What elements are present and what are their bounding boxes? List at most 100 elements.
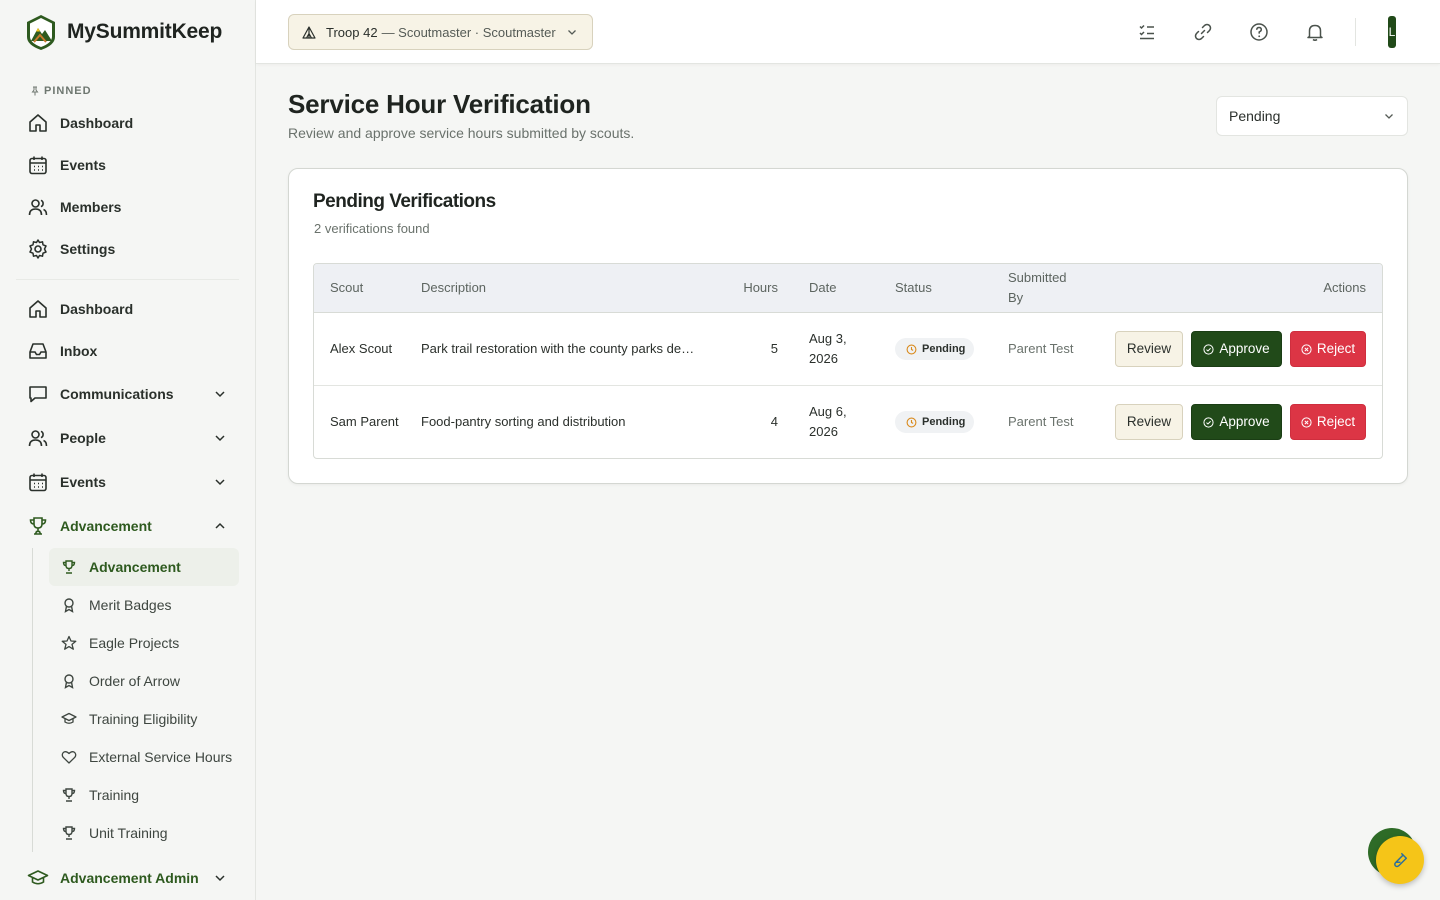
date: Aug 3, 2026	[809, 331, 847, 366]
review-button[interactable]: Review	[1115, 404, 1183, 440]
sidebar-item-inbox[interactable]: Inbox	[0, 330, 255, 372]
status-filter-select[interactable]: Pending	[1216, 96, 1408, 136]
x-circle-icon	[1301, 416, 1312, 428]
top-bar: Troop 42 — Scoutmaster · Scoutmaster L	[256, 0, 1440, 64]
description: Food-pantry sorting and distribution	[421, 414, 626, 429]
bell-icon[interactable]	[1305, 22, 1325, 42]
subnav-training[interactable]: Training	[49, 776, 239, 814]
app-name: MySummitKeep	[67, 20, 223, 43]
unit-role-selector[interactable]: Troop 42 — Scoutmaster · Scoutmaster	[288, 14, 593, 50]
unit-name: Troop 42	[326, 24, 378, 40]
star-icon	[61, 635, 77, 651]
subnav-external-service-hours[interactable]: External Service Hours	[49, 738, 239, 776]
hours: 4	[770, 414, 778, 429]
heart-icon	[61, 749, 77, 765]
status-cell: Pending	[895, 313, 995, 385]
page-title: Service Hour Verification	[288, 89, 591, 119]
chevron-down-icon	[215, 391, 225, 398]
chevron-down-icon	[215, 875, 225, 882]
test-tube-icon	[1394, 852, 1408, 868]
review-button[interactable]: Review	[1115, 331, 1183, 367]
card-title: Pending Verifications	[313, 191, 496, 212]
description: Park trail restoration with the county p…	[421, 341, 695, 356]
chevron-down-icon	[215, 479, 225, 486]
column-header-status[interactable]: Status	[895, 264, 995, 312]
sidebar-item-advancement-admin[interactable]: Advancement Admin	[0, 856, 255, 900]
check-circle-icon	[1203, 343, 1214, 355]
award-icon	[61, 597, 77, 613]
feedback-fab[interactable]	[1376, 836, 1424, 884]
approve-button[interactable]: Approve	[1191, 404, 1282, 440]
clock-icon	[906, 344, 917, 354]
calendar-icon	[27, 471, 49, 493]
mountain-logo-icon	[27, 15, 55, 50]
tent-icon	[302, 26, 316, 39]
subnav-eagle-projects[interactable]: Eagle Projects	[49, 624, 239, 662]
sidebar: MySummitKeep PINNED Dashboard Events Mem…	[0, 0, 256, 900]
chevron-down-icon	[1385, 114, 1393, 119]
page-subtitle: Review and approve service hours submitt…	[288, 125, 635, 141]
date: Aug 6, 2026	[809, 404, 847, 439]
status-badge: Pending	[895, 338, 975, 360]
chevron-down-icon	[215, 435, 225, 442]
submitted-by: Parent Test	[1008, 341, 1074, 356]
table-row: Sam Parent Food-pantry sorting and distr…	[314, 386, 1382, 458]
inbox-icon	[27, 340, 49, 362]
status-cell: Pending	[895, 386, 995, 458]
column-header-description[interactable]: Description	[421, 264, 717, 312]
subnav-unit-training[interactable]: Unit Training	[49, 814, 239, 852]
reject-button[interactable]: Reject	[1290, 404, 1366, 440]
graduation-cap-icon	[27, 867, 49, 889]
verification-count: 2 verifications found	[314, 221, 430, 236]
sidebar-item-events[interactable]: Events	[0, 460, 255, 504]
pinned-dashboard[interactable]: Dashboard	[0, 102, 255, 144]
status-badge: Pending	[895, 411, 975, 433]
table-row: Alex Scout Park trail restoration with t…	[314, 313, 1382, 386]
home-icon	[27, 298, 49, 320]
gear-icon	[27, 238, 49, 260]
approve-button[interactable]: Approve	[1191, 331, 1282, 367]
subnav-advancement[interactable]: Advancement	[49, 548, 239, 586]
row-actions: Review Approve Reject	[1115, 386, 1366, 458]
unit-role: — Scoutmaster · Scoutmaster	[381, 24, 556, 40]
sidebar-item-communications[interactable]: Communications	[0, 372, 255, 416]
column-header-scout[interactable]: Scout	[330, 264, 400, 312]
trophy-icon	[61, 559, 77, 575]
chevron-up-icon	[215, 522, 225, 529]
sidebar-item-dashboard[interactable]: Dashboard	[0, 288, 255, 330]
row-actions: Review Approve Reject	[1115, 313, 1366, 385]
users-icon	[27, 427, 49, 449]
sidebar-divider	[16, 279, 239, 280]
status-filter-value: Pending	[1229, 108, 1281, 124]
subnav-training-eligibility[interactable]: Training Eligibility	[49, 700, 239, 738]
sidebar-item-people[interactable]: People	[0, 416, 255, 460]
reject-button[interactable]: Reject	[1290, 331, 1366, 367]
help-icon[interactable]	[1249, 22, 1269, 42]
brand[interactable]: MySummitKeep	[0, 0, 255, 64]
pinned-events[interactable]: Events	[0, 144, 255, 186]
advancement-submenu: Advancement Merit Badges Eagle Projects …	[32, 548, 255, 852]
checklist-icon[interactable]	[1137, 22, 1157, 42]
top-actions: L	[1137, 0, 1440, 64]
x-circle-icon	[1301, 343, 1312, 355]
trophy-icon	[61, 825, 77, 841]
column-header-date[interactable]: Date	[809, 264, 879, 312]
pinned-settings[interactable]: Settings	[0, 228, 255, 270]
pinned-members[interactable]: Members	[0, 186, 255, 228]
scout-name: Alex Scout	[330, 341, 393, 356]
column-header-hours[interactable]: Hours	[724, 264, 778, 312]
link-icon[interactable]	[1193, 22, 1213, 42]
trophy-icon	[61, 787, 77, 803]
column-header-actions: Actions	[1323, 280, 1366, 295]
avatar[interactable]: L	[1388, 16, 1396, 48]
graduation-cap-icon	[61, 711, 77, 727]
column-header-submitted-by[interactable]: Submitted By	[1008, 264, 1084, 312]
topbar-divider	[1355, 18, 1356, 46]
sidebar-item-advancement[interactable]: Advancement	[0, 504, 255, 548]
home-icon	[27, 112, 49, 134]
submitted-by: Parent Test	[1008, 414, 1074, 429]
subnav-order-of-arrow[interactable]: Order of Arrow	[49, 662, 239, 700]
subnav-merit-badges[interactable]: Merit Badges	[49, 586, 239, 624]
table-header: Scout Description Hours Date Status Subm…	[314, 264, 1382, 313]
hours: 5	[770, 341, 778, 356]
